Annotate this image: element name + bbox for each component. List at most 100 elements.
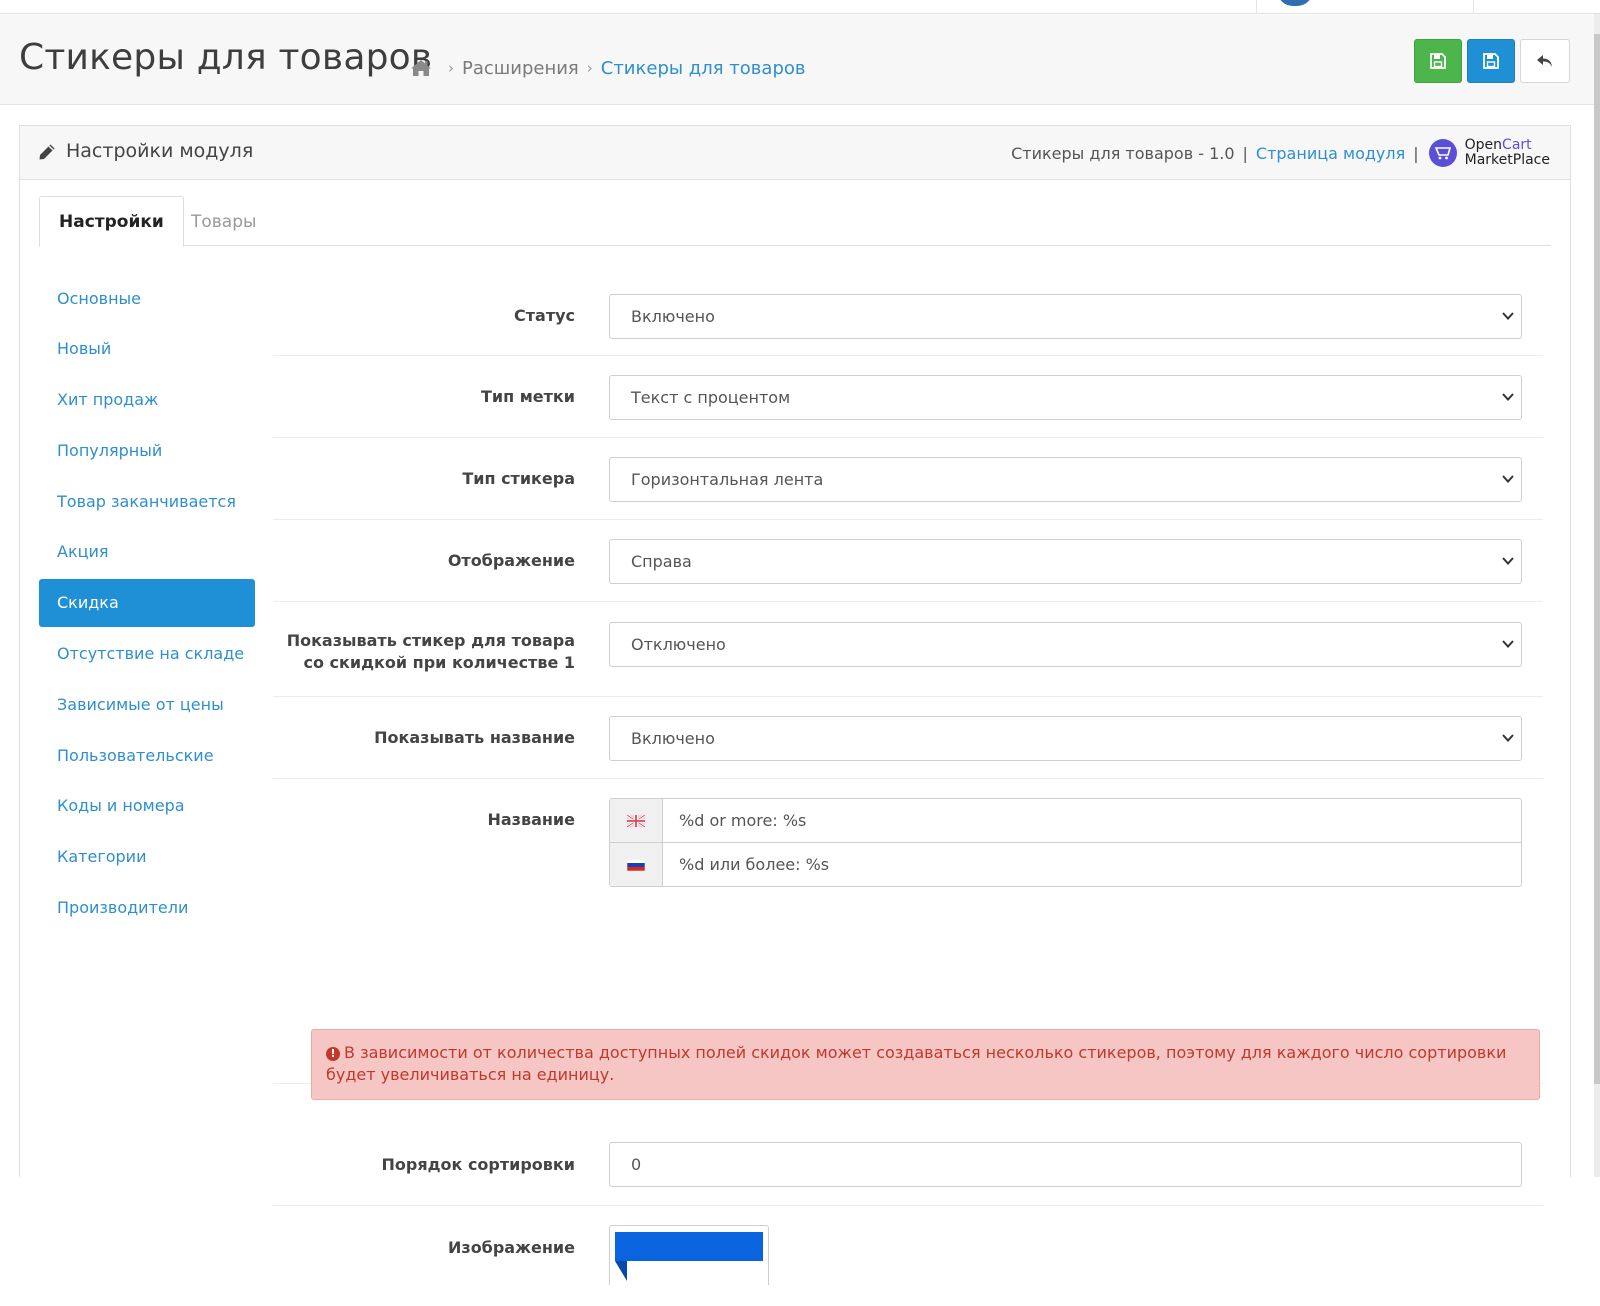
marketplace-cart: Cart bbox=[1502, 137, 1532, 153]
show-name-label: Показывать название bbox=[374, 728, 575, 747]
module-meta: Стикеры для товаров - 1.0 | Страница мод… bbox=[1011, 136, 1550, 170]
sticker-type-nav: Основные Новый Хит продаж Популярный Тов… bbox=[39, 274, 255, 934]
tab-settings[interactable]: Настройки bbox=[39, 196, 184, 247]
panel-title: Настройки модуля bbox=[66, 140, 254, 162]
sidebar-item-new[interactable]: Новый bbox=[39, 325, 255, 373]
sticker-image-thumbnail[interactable] bbox=[609, 1225, 769, 1285]
status-value: Включено bbox=[631, 307, 715, 326]
form-row-mark-type: Тип метки Текст с процентом bbox=[273, 356, 1543, 438]
cart-icon bbox=[1428, 139, 1457, 167]
exclamation-circle-icon: ! bbox=[326, 1047, 340, 1061]
save-and-stay-button[interactable] bbox=[1414, 39, 1462, 83]
sidebar-item-bestseller[interactable]: Хит продаж bbox=[39, 376, 255, 424]
panel-heading: Настройки модуля Стикеры для товаров - 1… bbox=[20, 126, 1570, 180]
page-title: Стикеры для товаров bbox=[19, 37, 433, 78]
form-row-sticker-type: Тип стикера Горизонтальная лента bbox=[273, 438, 1543, 520]
user-avatar[interactable] bbox=[1277, 0, 1313, 6]
sidebar-item-low-stock[interactable]: Товар заканчивается bbox=[39, 477, 255, 525]
scrollbar-thumb[interactable] bbox=[1594, 34, 1600, 1084]
sticker-type-value: Горизонтальная лента bbox=[631, 470, 824, 489]
top-navbar bbox=[0, 0, 1600, 14]
breadcrumb-extensions[interactable]: Расширения bbox=[462, 58, 579, 79]
home-icon[interactable] bbox=[410, 58, 432, 78]
module-page-link[interactable]: Страница модуля bbox=[1256, 144, 1405, 163]
status-select[interactable]: Включено bbox=[609, 294, 1522, 339]
navbar-divider bbox=[1256, 0, 1257, 14]
save-icon bbox=[1483, 53, 1499, 69]
display-select[interactable]: Справа bbox=[609, 539, 1522, 584]
meta-divider: | bbox=[1413, 143, 1419, 163]
name-label: Название bbox=[487, 810, 575, 829]
mark-type-select[interactable]: Текст с процентом bbox=[609, 375, 1522, 420]
module-version: Стикеры для товаров - 1.0 bbox=[1011, 143, 1235, 163]
status-label: Статус bbox=[514, 306, 575, 325]
sidebar-item-out-of-stock[interactable]: Отсутствие на складе bbox=[39, 630, 255, 678]
settings-panel: Настройки модуля Стикеры для товаров - 1… bbox=[19, 125, 1571, 1285]
pencil-icon bbox=[39, 144, 55, 160]
form-row-status: Статус Включено bbox=[273, 286, 1543, 356]
show-qty1-select[interactable]: Отключено bbox=[609, 622, 1522, 667]
tab-products[interactable]: Товары bbox=[172, 196, 275, 247]
breadcrumb-separator: › bbox=[448, 59, 454, 77]
breadcrumb: › Расширения › Стикеры для товаров bbox=[410, 55, 806, 81]
en-gb-flag-icon bbox=[627, 814, 645, 827]
form-row-show-name: Показывать название Включено bbox=[273, 697, 1543, 779]
sidebar-item-codes[interactable]: Коды и номера bbox=[39, 782, 255, 830]
discount-info-alert: ! В зависимости от количества доступных п… bbox=[311, 1029, 1540, 1100]
alert-text: В зависимости от количества доступных по… bbox=[326, 1043, 1507, 1084]
sort-order-input[interactable]: 0 bbox=[609, 1142, 1522, 1187]
reply-icon bbox=[1537, 55, 1552, 67]
name-input-en[interactable]: %d or more: %s bbox=[609, 798, 1522, 843]
sidebar-item-discount[interactable]: Скидка bbox=[39, 578, 255, 627]
marketplace-open: Open bbox=[1464, 137, 1503, 153]
chevron-down-icon bbox=[1502, 734, 1514, 742]
name-input-ru[interactable]: %d или более: %s bbox=[609, 842, 1522, 887]
sidebar-item-custom[interactable]: Пользовательские bbox=[39, 731, 255, 779]
save-icon bbox=[1430, 53, 1446, 69]
chevron-down-icon bbox=[1502, 640, 1514, 648]
display-value: Справа bbox=[631, 552, 692, 571]
show-qty1-value: Отключено bbox=[631, 635, 726, 654]
breadcrumb-current[interactable]: Стикеры для товаров bbox=[601, 58, 806, 79]
page-header: Стикеры для товаров › Расширения › Стике… bbox=[0, 15, 1594, 105]
form-row-sort-order: Порядок сортировки 0 bbox=[273, 1084, 1543, 1206]
back-button[interactable] bbox=[1520, 39, 1570, 83]
chevron-down-icon bbox=[1502, 557, 1514, 565]
show-name-value: Включено bbox=[631, 729, 715, 748]
meta-divider: | bbox=[1242, 143, 1248, 163]
display-label: Отображение bbox=[447, 551, 575, 570]
name-value-en: %d or more: %s bbox=[679, 811, 807, 830]
chevron-down-icon bbox=[1502, 393, 1514, 401]
breadcrumb-separator: › bbox=[586, 59, 593, 77]
sidebar-item-manufacturers[interactable]: Производители bbox=[39, 884, 255, 932]
form-row-show-qty1: Показывать стикер для товара со скидкой … bbox=[273, 602, 1543, 697]
opencart-marketplace-logo[interactable]: OpenCart MarketPlace bbox=[1428, 137, 1550, 168]
mark-type-value: Текст с процентом bbox=[631, 388, 791, 407]
sidebar-item-special[interactable]: Акция bbox=[39, 528, 255, 576]
ribbon-sticker-image bbox=[615, 1232, 763, 1281]
show-name-select[interactable]: Включено bbox=[609, 716, 1522, 761]
form-row-image: Изображение bbox=[273, 1206, 1543, 1306]
sidebar-item-price-dependent[interactable]: Зависимые от цены bbox=[39, 680, 255, 728]
mark-type-label: Тип метки bbox=[480, 387, 575, 406]
show-qty1-label-line2: со скидкой при количестве 1 bbox=[303, 653, 576, 672]
sticker-type-select[interactable]: Горизонтальная лента bbox=[609, 457, 1522, 502]
sidebar-item-categories[interactable]: Категории bbox=[39, 833, 255, 881]
sort-order-label: Порядок сортировки bbox=[381, 1155, 575, 1174]
form-row-display: Отображение Справа bbox=[273, 520, 1543, 602]
marketplace-name: MarketPlace bbox=[1464, 152, 1550, 168]
name-value-ru: %d или более: %s bbox=[679, 855, 830, 874]
sidebar-item-popular[interactable]: Популярный bbox=[39, 426, 255, 474]
chevron-down-icon bbox=[1502, 475, 1514, 483]
navbar-divider bbox=[1473, 0, 1474, 14]
save-button[interactable] bbox=[1467, 39, 1515, 83]
show-qty1-label-line1: Показывать стикер для товара bbox=[286, 631, 575, 650]
tab-bar: Настройки Товары bbox=[39, 196, 1551, 247]
sticker-type-label: Тип стикера bbox=[462, 469, 575, 488]
sidebar-item-basic[interactable]: Основные bbox=[39, 274, 255, 322]
chevron-down-icon bbox=[1502, 312, 1514, 320]
image-label: Изображение bbox=[448, 1238, 575, 1257]
page-scrollbar[interactable] bbox=[1594, 14, 1600, 1177]
show-qty1-label: Показывать стикер для товара со скидкой … bbox=[287, 630, 575, 674]
ru-flag-icon bbox=[627, 858, 645, 871]
